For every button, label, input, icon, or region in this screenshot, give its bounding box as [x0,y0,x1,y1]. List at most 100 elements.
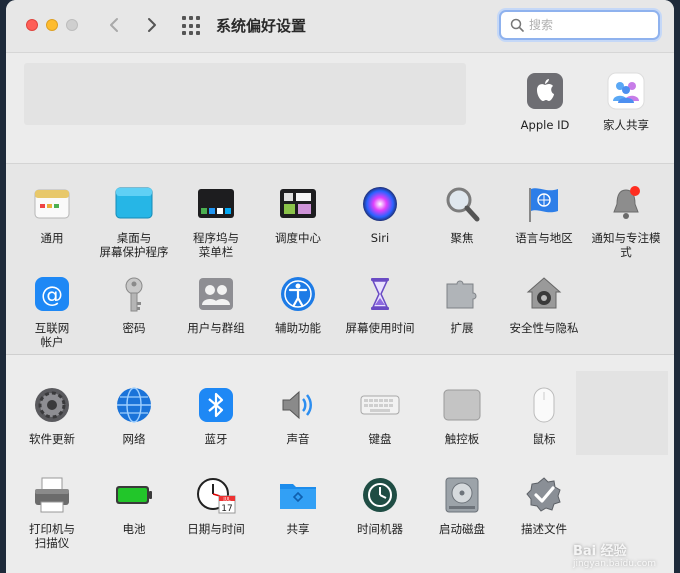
internet-accounts-icon: @ [32,274,72,314]
chevron-left-icon [110,18,118,32]
pane-mission-control[interactable]: 调度中心 [258,184,338,245]
pane-label: 软件更新 [29,432,75,446]
pane-label: 用户与群组 [187,321,245,335]
pane-date-time[interactable]: JUL 17 日期与时间 [176,475,256,536]
desktop-icon [114,184,154,224]
pane-siri[interactable]: Siri [340,184,420,245]
pane-dock[interactable]: 程序坞与 菜单栏 [176,184,256,259]
pane-bluetooth[interactable]: 蓝牙 [176,385,256,446]
pane-notifications[interactable]: 通知与专注模式 [586,184,666,259]
account-section: Apple ID 家人共享 [6,53,674,164]
watermark-sub: jingyan.baidu.com [572,559,656,569]
pane-battery[interactable]: 电池 [94,475,174,536]
pane-sound[interactable]: 声音 [258,385,338,446]
pane-label: 密码 [122,321,146,335]
system-preferences-window: 系统偏好设置 Apple ID 家人共享 通用 桌面与 屏幕保 [6,0,674,573]
pane-label: 时间机器 [357,522,403,536]
key-icon [114,274,154,314]
pane-label: 屏幕使用时间 [345,321,415,335]
pane-security-privacy[interactable]: 安全性与隐私 [504,274,584,335]
pane-label: 启动磁盘 [439,522,485,536]
mouse-icon [524,385,564,425]
pane-label: Siri [370,231,390,245]
pane-label: 家人共享 [603,118,649,132]
globe-icon [114,385,154,425]
svg-text:@: @ [41,283,63,308]
trackpad-icon [442,385,482,425]
pane-general[interactable]: 通用 [12,184,92,245]
watermark-text: Bai 经验 [572,544,627,559]
back-button[interactable] [104,12,126,38]
pane-label: 日期与时间 [187,522,245,536]
pane-label: 蓝牙 [204,432,228,446]
accessibility-icon [278,274,318,314]
pane-label: 安全性与隐私 [509,321,579,335]
pane-label: 通知与专注模式 [591,231,661,259]
calendar-day: 17 [221,504,232,514]
pane-accessibility[interactable]: 辅助功能 [258,274,338,335]
family-sharing-icon [606,71,646,111]
language-flag-icon [524,184,564,224]
pane-network[interactable]: 网络 [94,385,174,446]
pane-label: 键盘 [368,432,392,446]
users-icon [196,274,236,314]
pane-label: 程序坞与 菜单栏 [193,231,239,259]
bluetooth-icon [196,385,236,425]
pane-trackpad[interactable]: 触控板 [422,385,502,446]
pane-internet-accounts[interactable]: @ 互联网 帐户 [12,274,92,349]
search-input[interactable] [529,16,649,34]
general-icon [32,184,72,224]
pane-label: 描述文件 [521,522,567,536]
pane-label: 电池 [122,522,146,536]
apple-logo-icon [525,71,565,111]
gear-icon [32,385,72,425]
pane-users-groups[interactable]: 用户与群组 [176,274,256,335]
pane-keyboard[interactable]: 键盘 [340,385,420,446]
puzzle-icon [442,274,482,314]
pane-label: 互联网 帐户 [34,321,70,349]
personal-section: 通用 桌面与 屏幕保护程序 程序坞与 菜单栏 调度中心 Siri 聚焦 语言与地… [6,164,674,355]
pane-startup-disk[interactable]: 启动磁盘 [422,475,502,536]
dock-icon [196,184,236,224]
close-button[interactable] [26,19,38,31]
pane-software-update[interactable]: 软件更新 [12,385,92,446]
forward-button[interactable] [140,12,162,38]
printer-icon [32,475,72,515]
pane-label: 桌面与 屏幕保护程序 [99,231,169,259]
pane-desktop[interactable]: 桌面与 屏幕保护程序 [94,184,174,259]
blurred-pane [576,371,668,455]
pane-apple-id[interactable]: Apple ID [505,71,585,132]
pane-label: 聚焦 [450,231,474,245]
pane-screen-time[interactable]: 屏幕使用时间 [340,274,420,335]
pane-family-sharing[interactable]: 家人共享 [586,71,666,132]
zoom-button[interactable] [66,19,78,31]
pane-mouse[interactable]: 鼠标 [504,385,584,446]
house-lock-icon [524,274,564,314]
search-icon [510,18,524,32]
pane-profiles[interactable]: 描述文件 [504,475,584,536]
show-all-grid-button[interactable] [182,16,202,36]
pane-label: 声音 [286,432,310,446]
pane-passwords[interactable]: 密码 [94,274,174,335]
title-bar: 系统偏好设置 [6,0,674,53]
pane-time-machine[interactable]: 时间机器 [340,475,420,536]
pane-label: 打印机与 扫描仪 [29,522,75,550]
calendar-month: JUL [222,497,231,503]
keyboard-icon [360,385,400,425]
search-field[interactable] [499,10,660,40]
pane-extensions[interactable]: 扩展 [422,274,502,335]
pane-spotlight[interactable]: 聚焦 [422,184,502,245]
minimize-button[interactable] [46,19,58,31]
battery-icon [114,475,154,515]
window-title: 系统偏好设置 [216,17,307,35]
pane-printers-scanners[interactable]: 打印机与 扫描仪 [12,475,92,550]
pane-label: 辅助功能 [275,321,321,335]
pane-sharing[interactable]: 共享 [258,475,338,536]
user-info-blurred [24,63,466,125]
disk-icon [442,475,482,515]
pane-language-region[interactable]: 语言与地区 [504,184,584,245]
notifications-bell-icon [606,184,646,224]
hourglass-icon [360,274,400,314]
pane-label: 网络 [122,432,146,446]
spotlight-icon [442,184,482,224]
